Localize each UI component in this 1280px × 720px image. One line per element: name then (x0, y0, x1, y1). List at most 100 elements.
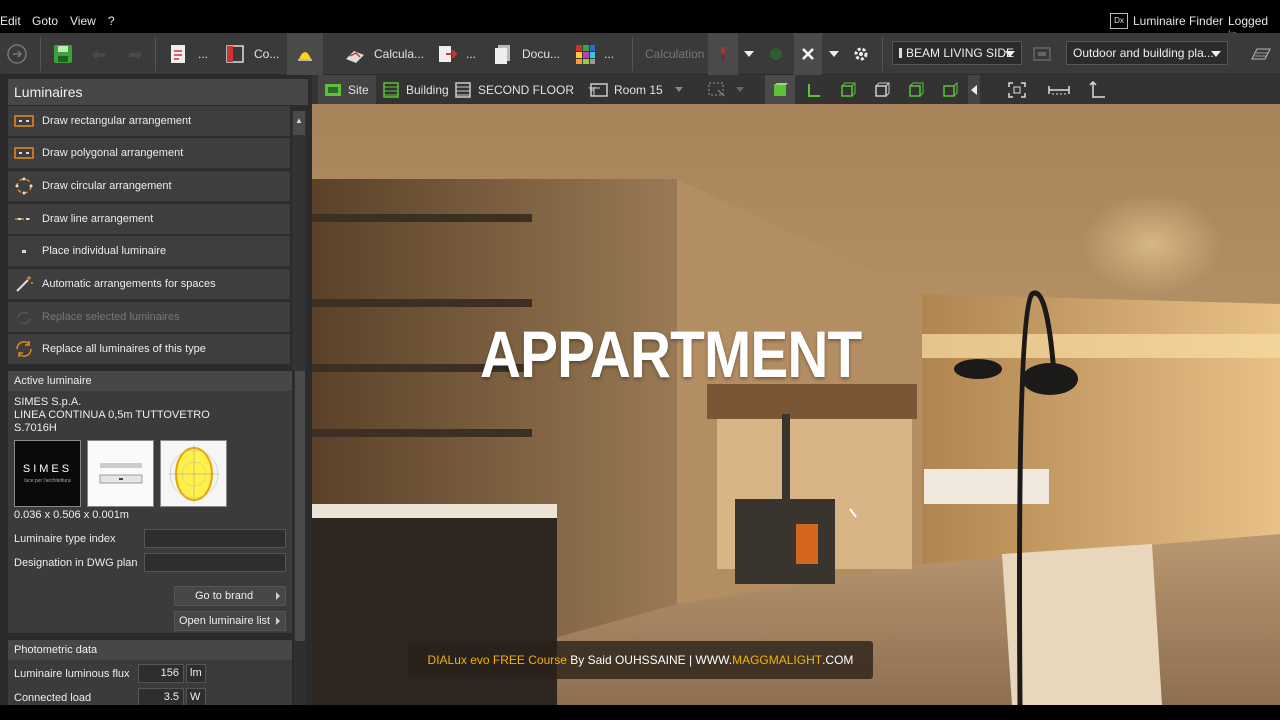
measure-vertical-button[interactable] (1088, 75, 1108, 104)
chevron-down-icon (1211, 51, 1221, 57)
luminaire-finder-link[interactable]: Luminaire Finder (1133, 14, 1223, 28)
construction-icon (224, 43, 246, 65)
light-button[interactable] (287, 33, 323, 75)
caption-author: By Said OUHSSAINE | WWW. (566, 653, 733, 667)
open-luminaire-list-button[interactable]: Open luminaire list (174, 611, 286, 631)
draw-line-arrangement[interactable]: Draw line arrangement (8, 204, 290, 235)
flux-label: Luminaire luminous flux (14, 668, 130, 680)
menu-help[interactable]: ? (108, 14, 115, 28)
go-to-brand-button[interactable]: Go to brand (174, 586, 286, 606)
selection-mode-button[interactable] (708, 75, 744, 104)
floor-select[interactable]: SECOND FLOOR (454, 75, 597, 104)
view-front-button[interactable] (908, 75, 924, 104)
view-floor-button[interactable] (806, 75, 822, 104)
flux-unit: lm (186, 664, 206, 683)
construction-button[interactable]: Co... (224, 33, 279, 75)
panel-scrollbar[interactable] (292, 111, 306, 371)
dwg-designation-input[interactable] (144, 553, 286, 572)
chevron-down-icon (736, 87, 744, 92)
start-calculation-button[interactable] (708, 33, 738, 75)
3d-viewport[interactable] (312, 104, 1280, 705)
draw-rectangular-arrangement[interactable]: Draw rectangular arrangement (8, 106, 290, 137)
render-button[interactable] (764, 33, 788, 75)
photometric-header: Photometric data (8, 640, 292, 660)
active-luminaire-section: Active luminaire SIMES S.p.A. LINEA CONT… (8, 371, 292, 633)
scene-marker-icon (899, 48, 902, 58)
calculator-icon (712, 43, 734, 65)
ground-button[interactable] (1244, 33, 1274, 75)
replace-selected-luminaires[interactable]: Replace selected luminaires (8, 302, 290, 333)
load-label: Connected load (14, 692, 92, 704)
profile-select[interactable]: Outdoor and building pla... (1066, 41, 1228, 65)
materials-button[interactable]: ... (574, 33, 614, 75)
luminaire-code: S.7016H (14, 422, 57, 434)
calculation-objects-button[interactable]: Calcula... (344, 33, 424, 75)
undo-icon (88, 43, 110, 65)
replace-all-luminaires[interactable]: Replace all luminaires of this type (8, 334, 290, 365)
undo-button[interactable] (88, 33, 110, 75)
view-side-button[interactable] (942, 75, 958, 104)
building-icon (382, 81, 400, 98)
type-index-input[interactable] (144, 529, 286, 548)
render-icon (765, 43, 787, 65)
measure-horizontal-button[interactable] (1048, 75, 1070, 104)
back-button[interactable] (6, 33, 28, 75)
view-3d-button[interactable] (840, 75, 856, 104)
view-wire-button[interactable] (874, 75, 890, 104)
project-button[interactable]: ... (168, 33, 208, 75)
photometric-section: Photometric data Luminaire luminous flux… (8, 640, 292, 707)
interior-render (312, 104, 1280, 705)
menu-view[interactable]: View (70, 14, 96, 28)
calculation-dropdown[interactable] (741, 33, 757, 75)
single-luminaire-icon (14, 244, 34, 258)
circular-arrangement-icon (14, 177, 34, 195)
zoom-extents-button[interactable] (1008, 75, 1026, 104)
gear-icon (854, 47, 868, 61)
cube-front-icon (909, 82, 924, 97)
brand-logo[interactable]: SIMES luce per l'architettura (14, 440, 81, 507)
caption-course: DIALux evo FREE Course (427, 653, 567, 667)
main-toolbar: ... Co... Calcula... ... Docu... ... Cal… (0, 33, 1280, 75)
documentation-button[interactable]: Docu... (492, 33, 560, 75)
redo-button[interactable] (124, 33, 146, 75)
automatic-arrangements[interactable]: Automatic arrangements for spaces (8, 269, 290, 300)
calculation-surface-icon (344, 43, 366, 65)
room-icon (590, 82, 608, 98)
chevron-down-icon (1005, 51, 1015, 57)
menu-goto[interactable]: Goto (32, 14, 58, 28)
building-button[interactable]: Building (382, 75, 449, 104)
collapse-views-button[interactable] (968, 75, 980, 104)
video-title-overlay: APPARTMENT (480, 317, 862, 391)
site-button[interactable]: Site (318, 75, 376, 104)
settings-button[interactable] (850, 33, 872, 75)
cancel-calculation-button[interactable] (794, 33, 822, 75)
view-solid-button[interactable] (765, 75, 795, 104)
brand-logo-text: SIMES (22, 463, 73, 475)
scroll-up-button[interactable] (293, 111, 305, 135)
cube-solid-icon (774, 82, 788, 96)
redo-icon (124, 43, 146, 65)
cancel-dropdown[interactable] (826, 33, 842, 75)
color-grid-icon (574, 43, 596, 65)
room-select[interactable]: Room 15 (590, 75, 683, 104)
site-icon (324, 82, 342, 98)
chevron-down-icon (829, 51, 839, 57)
draw-polygonal-arrangement[interactable]: Draw polygonal arrangement (8, 138, 290, 169)
active-luminaire-header: Active luminaire (8, 371, 292, 391)
draw-circular-arrangement[interactable]: Draw circular arrangement (8, 171, 290, 202)
product-image[interactable] (87, 440, 154, 507)
light-scene-select[interactable]: BEAM LIVING SIDE (892, 41, 1022, 65)
polygonal-arrangement-icon (14, 146, 34, 160)
save-button[interactable] (52, 33, 74, 75)
presentation-button[interactable] (1030, 33, 1054, 75)
details-scroll-thumb[interactable] (295, 371, 305, 641)
rectangular-arrangement-icon (14, 114, 34, 128)
light-distribution-diagram[interactable] (160, 440, 227, 507)
navigation-toolbar: Site Building SECOND FLOOR Room 15 (312, 75, 1280, 104)
menu-edit[interactable]: Edit (0, 14, 21, 28)
place-individual-luminaire[interactable]: Place individual luminaire (8, 236, 290, 267)
luminaire-name: LINEA CONTINUA 0,5m TUTTOVETRO (14, 409, 210, 421)
details-scrollbar[interactable] (294, 371, 306, 705)
documentation-icon (492, 43, 514, 65)
export-button[interactable]: ... (436, 33, 476, 75)
